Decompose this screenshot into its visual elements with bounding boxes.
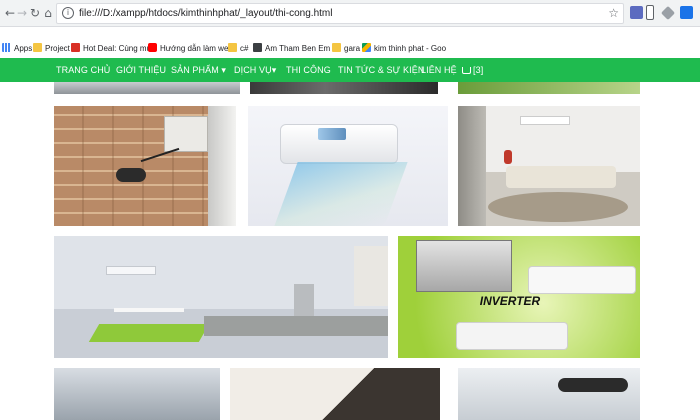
download-extension-icon[interactable] xyxy=(680,6,693,19)
bookmark-label: Am Tham Ben Em Ta xyxy=(265,44,341,53)
cart-count: [3] xyxy=(473,65,484,75)
wall-unit xyxy=(456,322,568,350)
sofa xyxy=(506,166,616,188)
folder-icon xyxy=(228,43,237,52)
phone-icon[interactable] xyxy=(646,5,654,20)
menu-item-trang-chu[interactable]: TRANG CHỦ xyxy=(56,58,110,82)
gallery-photo[interactable] xyxy=(458,368,640,420)
fridge xyxy=(294,284,314,316)
extension-badge-icon[interactable] xyxy=(630,6,643,19)
bookmark-project[interactable]: Project xyxy=(33,43,70,55)
google-drive-favicon xyxy=(362,43,371,52)
menu-item-dich-vu[interactable]: DỊCH VỤ▾ xyxy=(234,58,276,82)
diamond-extension-icon[interactable] xyxy=(660,5,676,21)
reload-icon[interactable]: ↻ xyxy=(28,6,42,20)
bookmark-label: Hot Deal: Cùng mua xyxy=(83,44,156,53)
bookmark-label: Hướng dẫn làm webs xyxy=(160,44,237,53)
forward-arrow-icon[interactable]: → xyxy=(15,6,29,20)
bookmark-kimthinhphat[interactable]: kim thinh phat - Goo xyxy=(362,43,446,55)
filter-panel xyxy=(318,128,346,140)
home-icon[interactable]: ⌂ xyxy=(41,6,55,20)
menu-item-thi-cong[interactable]: THI CÔNG xyxy=(286,58,331,82)
folder-icon xyxy=(332,43,341,52)
bookmarks-bar: Apps Project Hot Deal: Cùng mua Hướng dẫ… xyxy=(0,40,700,58)
wall-pipe xyxy=(208,106,236,226)
side-panel xyxy=(458,106,486,226)
info-icon[interactable]: i xyxy=(62,7,74,19)
gallery-photo-inverter[interactable]: INVERTER xyxy=(398,236,640,358)
wall-ac xyxy=(520,116,570,125)
gallery-photo[interactable] xyxy=(250,82,438,94)
gallery-photo[interactable] xyxy=(54,368,220,420)
menu-item-gioi-thieu[interactable]: GIỚI THIỆU xyxy=(116,58,166,82)
inverter-logo-text: INVERTER xyxy=(479,294,541,308)
bookmark-gara[interactable]: gara xyxy=(332,43,360,55)
project-gallery: INVERTER xyxy=(0,82,700,420)
gallery-photo-split-ac[interactable] xyxy=(248,106,448,226)
gallery-photo-living-room[interactable] xyxy=(458,106,640,226)
gallery-photo[interactable] xyxy=(54,82,240,94)
bookmark-label: gara xyxy=(344,44,361,53)
red-lamp xyxy=(504,150,512,164)
kitchen-counter xyxy=(204,316,388,336)
gallery-photo[interactable] xyxy=(458,82,640,94)
url-input[interactable] xyxy=(79,6,599,21)
cassette-unit xyxy=(416,240,512,292)
green-mat xyxy=(88,324,210,342)
menu-item-lien-he[interactable]: LIÊN HỆ xyxy=(421,58,457,82)
bookmark-label: Project xyxy=(45,44,70,53)
junction-box xyxy=(164,116,208,152)
cart-icon xyxy=(462,67,471,74)
menu-item-san-pham[interactable]: SẢN PHẨM ▾ xyxy=(171,58,226,82)
airflow xyxy=(274,162,408,226)
hotdeal-favicon xyxy=(71,43,80,52)
rug xyxy=(488,192,628,222)
bookmark-label: kim thinh phat - Goo xyxy=(374,44,447,53)
hand-tool xyxy=(558,378,628,392)
folder-icon xyxy=(33,43,42,52)
bookmark-huongdan[interactable]: Hướng dẫn làm webs xyxy=(148,43,237,55)
bookmark-apps[interactable]: Apps xyxy=(2,43,32,55)
gallery-photo-brick-wall[interactable] xyxy=(54,106,236,226)
gallery-photo[interactable] xyxy=(230,368,440,420)
cabinet xyxy=(354,246,388,306)
site-navbar: TRANG CHỦ GIỚI THIỆU SẢN PHẨM ▾ DỊCH VỤ▾… xyxy=(0,58,700,82)
wall-unit xyxy=(528,266,636,294)
browser-toolbar: ← → ↻ ⌂ i ☆ xyxy=(0,0,700,27)
bookmark-label: Apps xyxy=(14,44,33,53)
music-favicon xyxy=(253,43,262,52)
bookmark-star-icon[interactable]: ☆ xyxy=(608,6,619,20)
gallery-photo-kitchen[interactable] xyxy=(54,236,388,358)
bookmark-hotdeal[interactable]: Hot Deal: Cùng mua xyxy=(71,43,155,55)
youtube-favicon xyxy=(148,43,157,52)
bookmark-label: c# xyxy=(240,44,249,53)
menu-item-tin-tuc[interactable]: TIN TỨC & SỰ KIỆN xyxy=(338,58,424,82)
apps-grid-icon xyxy=(2,43,11,52)
bookmark-amtham[interactable]: Am Tham Ben Em Ta xyxy=(253,43,341,55)
dining-table xyxy=(114,308,184,312)
address-bar[interactable]: i ☆ xyxy=(56,3,624,24)
bookmark-csharp[interactable]: c# xyxy=(228,43,248,55)
camera-unit xyxy=(116,168,146,182)
cart-link[interactable]: [3] xyxy=(462,58,483,82)
wall-ac xyxy=(106,266,156,275)
